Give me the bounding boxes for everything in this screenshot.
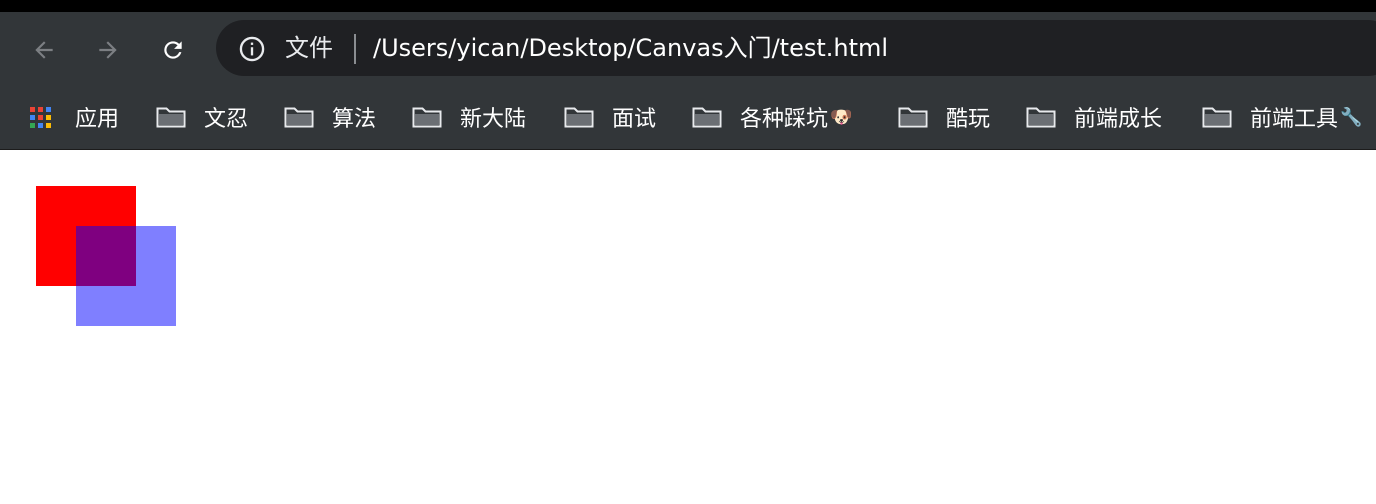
reload-button[interactable] xyxy=(155,32,191,68)
bookmark-label: 算法 xyxy=(332,107,377,132)
bookmark-label: 面试 xyxy=(612,107,657,132)
bookmarks-bar: 应用 文忍 算法 新大陆 面试 各种踩坑 🐶 酷玩 前端成长 前端工具 🔧 xyxy=(0,84,1376,150)
bookmark-emoji: 🐶 xyxy=(830,106,853,128)
omnibox-divider xyxy=(354,34,356,64)
folder-icon xyxy=(564,107,594,128)
url-text[interactable]: /Users/yican/Desktop/Canvas入门/test.html xyxy=(373,32,888,64)
bookmark-label: 前端成长 xyxy=(1074,107,1163,132)
bookmark-folder[interactable]: 各种踩坑 🐶 xyxy=(692,84,852,150)
apps-grid-icon xyxy=(30,106,51,128)
bookmark-label: 各种踩坑 xyxy=(740,107,829,132)
bookmark-folder[interactable]: 文忍 xyxy=(156,84,250,150)
folder-icon xyxy=(284,107,314,128)
arrow-left-icon xyxy=(35,41,53,59)
address-bar[interactable]: 文件 /Users/yican/Desktop/Canvas入门/test.ht… xyxy=(216,20,1376,76)
bookmark-label: 酷玩 xyxy=(946,107,991,132)
back-button[interactable] xyxy=(26,32,62,68)
blue-translucent-square xyxy=(76,226,176,326)
bookmark-label: 应用 xyxy=(75,107,120,132)
folder-icon xyxy=(1202,107,1232,128)
bookmark-emoji: 🔧 xyxy=(1340,106,1363,128)
bookmark-folder[interactable]: 酷玩 xyxy=(898,84,992,150)
bookmark-label: 前端工具 xyxy=(1250,107,1339,132)
forward-button[interactable] xyxy=(90,32,126,68)
folder-icon xyxy=(156,107,186,128)
arrow-right-icon xyxy=(99,41,117,59)
folder-icon xyxy=(692,107,722,128)
bookmark-label: 文忍 xyxy=(204,107,249,132)
canvas xyxy=(36,186,176,326)
bookmark-apps[interactable]: 应用 xyxy=(30,84,119,150)
info-icon[interactable] xyxy=(238,35,266,63)
scheme-label: 文件 xyxy=(285,34,333,62)
page-content xyxy=(0,150,1376,504)
folder-icon xyxy=(1026,107,1056,128)
bookmark-folder[interactable]: 前端成长 xyxy=(1026,84,1164,150)
folder-icon xyxy=(898,107,928,128)
window-top-strip xyxy=(0,0,1376,12)
browser-toolbar: 文件 /Users/yican/Desktop/Canvas入门/test.ht… xyxy=(0,12,1376,84)
bookmark-label: 新大陆 xyxy=(460,107,527,132)
bookmark-folder[interactable]: 新大陆 xyxy=(412,84,528,150)
bookmark-folder[interactable]: 前端工具 🔧 xyxy=(1202,84,1362,150)
reload-icon xyxy=(164,41,182,59)
folder-icon xyxy=(412,107,442,128)
bookmark-folder[interactable]: 算法 xyxy=(284,84,378,150)
bookmark-folder[interactable]: 面试 xyxy=(564,84,658,150)
